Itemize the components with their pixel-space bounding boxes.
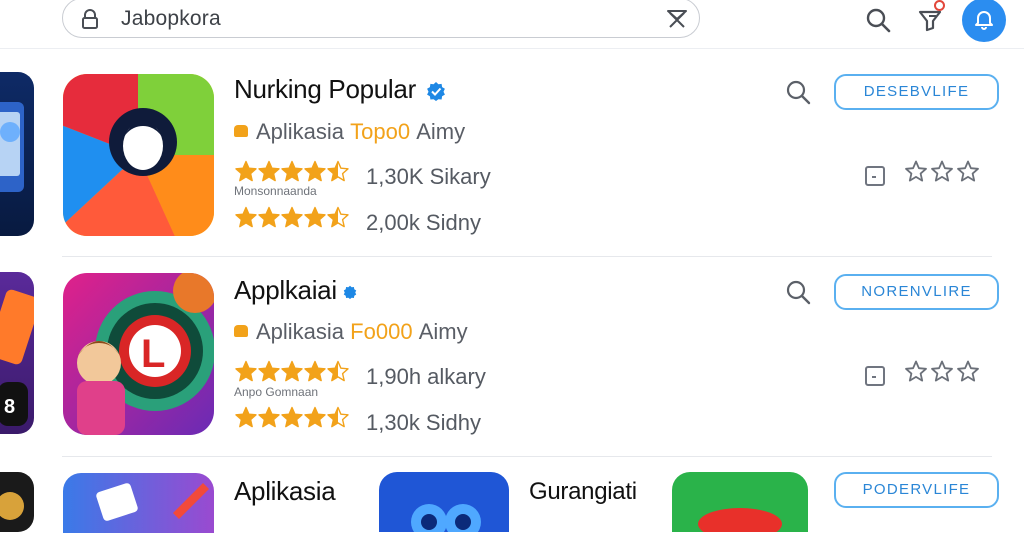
- star-icon[interactable]: [956, 360, 980, 384]
- star-icon: [281, 360, 303, 382]
- clear-icon[interactable]: [665, 7, 689, 31]
- app-icon[interactable]: [379, 472, 509, 532]
- rate-stars[interactable]: [904, 160, 982, 189]
- search-icon[interactable]: [784, 78, 812, 106]
- star-icon: [258, 360, 280, 382]
- search-icon[interactable]: [864, 6, 892, 34]
- install-button[interactable]: DESEBVLIFE: [834, 74, 999, 110]
- app-title-text[interactable]: Applkaiai: [234, 275, 337, 305]
- install-button[interactable]: PODERVLIFE: [834, 472, 999, 508]
- developer-label: Anpo Gomnaan: [234, 385, 319, 399]
- star-icon: [304, 206, 326, 228]
- star-icon: [258, 160, 280, 182]
- rate-stars[interactable]: [904, 360, 982, 389]
- verified-icon: [427, 82, 445, 102]
- category-label: Aplikasia: [256, 119, 345, 144]
- app-category: Aplikasia Fo000 Aimy: [234, 319, 468, 345]
- star-icon: [235, 160, 257, 182]
- search-bar[interactable]: Jabopkora: [62, 0, 700, 38]
- notification-badge: [934, 0, 945, 11]
- divider: [62, 456, 992, 457]
- star-icon: [281, 406, 303, 428]
- category-suffix: Aimy: [418, 319, 468, 344]
- star-icon[interactable]: [904, 360, 928, 384]
- rating-stars-secondary: [234, 406, 349, 435]
- app-icon[interactable]: [63, 74, 214, 236]
- rating-count: 1,30K Sikary: [366, 164, 491, 189]
- bag-icon: [234, 325, 248, 338]
- star-icon: [304, 360, 326, 382]
- category-highlight: Topo0: [350, 119, 411, 144]
- app-category: Aplikasia Topo0 Aimy: [234, 119, 465, 145]
- star-icon[interactable]: [930, 160, 954, 184]
- partial-card-image[interactable]: [0, 72, 34, 236]
- checkbox-icon[interactable]: [865, 166, 885, 186]
- notifications-button[interactable]: [962, 0, 1006, 42]
- search-input[interactable]: Jabopkora: [121, 7, 221, 31]
- star-icon[interactable]: [904, 160, 928, 184]
- app-title[interactable]: Aplikasia: [234, 476, 336, 507]
- star-icon: [327, 206, 349, 228]
- category-highlight: Fo000: [350, 319, 413, 344]
- star-icon: [327, 360, 349, 382]
- star-icon: [235, 406, 257, 428]
- divider: [62, 256, 992, 257]
- lock-icon: [82, 9, 98, 29]
- top-bar: Jabopkora: [0, 0, 1024, 49]
- partial-card-image[interactable]: [0, 472, 34, 532]
- star-icon: [304, 406, 326, 428]
- star-icon: [235, 206, 257, 228]
- app-title-text[interactable]: Nurking Popular: [234, 74, 416, 104]
- star-icon: [258, 206, 280, 228]
- bag-icon: [234, 125, 248, 138]
- category-suffix: Aimy: [416, 119, 466, 144]
- star-icon: [281, 206, 303, 228]
- star-icon: [235, 360, 257, 382]
- app-icon[interactable]: [672, 472, 808, 532]
- category-label: Aplikasia: [256, 319, 345, 344]
- peek-badge: 8: [4, 396, 16, 418]
- partial-card-image[interactable]: 8: [0, 272, 34, 434]
- developer-label: Monsonnaanda: [234, 184, 317, 198]
- star-icon: [327, 160, 349, 182]
- star-icon: [281, 160, 303, 182]
- app-title[interactable]: Gurangiati: [529, 478, 637, 506]
- download-count: 2,00k Sidny: [366, 210, 481, 235]
- app-icon[interactable]: [63, 473, 214, 533]
- bell-icon: [975, 11, 993, 30]
- rating-stars-secondary: [234, 206, 349, 235]
- app-icon[interactable]: L: [63, 273, 214, 435]
- rating-count: 1,90h alkary: [366, 364, 486, 389]
- app-title[interactable]: Applkaiai: [234, 275, 357, 306]
- star-icon: [258, 406, 280, 428]
- star-icon: [327, 406, 349, 428]
- svg-text:L: L: [141, 332, 165, 376]
- star-icon[interactable]: [930, 360, 954, 384]
- install-button[interactable]: NORENVLIRE: [834, 274, 999, 310]
- checkbox-icon[interactable]: [865, 366, 885, 386]
- star-icon: [304, 160, 326, 182]
- star-icon[interactable]: [956, 160, 980, 184]
- download-count: 1,30k Sidhy: [366, 410, 481, 435]
- search-icon[interactable]: [784, 278, 812, 306]
- app-title[interactable]: Nurking Popular: [234, 74, 446, 105]
- verified-icon: [343, 285, 357, 300]
